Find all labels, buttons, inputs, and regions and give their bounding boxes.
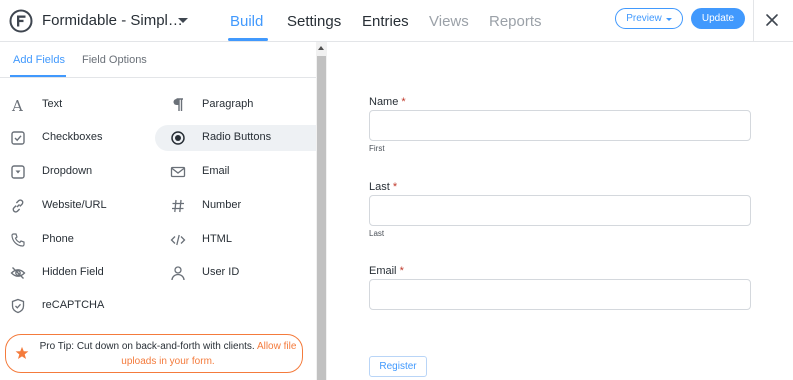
register-button-label: Register bbox=[379, 361, 417, 372]
top-bar: Formidable - Simpl… Build Settings Entri… bbox=[0, 0, 793, 42]
pro-tip-text: Pro Tip: Cut down on back-and-forth with… bbox=[37, 339, 299, 369]
pro-tip-prefix: Pro Tip: Cut down on back-and-forth with… bbox=[39, 341, 257, 352]
tab-build[interactable]: Build bbox=[230, 13, 263, 30]
phone-icon bbox=[11, 233, 25, 247]
scroll-up-arrow-icon[interactable] bbox=[318, 46, 324, 50]
pro-tip-banner: Pro Tip: Cut down on back-and-forth with… bbox=[5, 334, 303, 373]
field-item-email[interactable]: Email bbox=[160, 159, 310, 185]
update-button[interactable]: Update bbox=[691, 8, 745, 29]
radio-button-icon bbox=[171, 131, 185, 145]
field-item-html[interactable]: HTML bbox=[160, 227, 310, 253]
preview-button[interactable]: Preview bbox=[615, 8, 683, 29]
text-icon: A bbox=[11, 97, 23, 113]
field-item-paragraph[interactable]: Paragraph bbox=[160, 92, 310, 118]
email-input[interactable] bbox=[369, 279, 751, 310]
active-tab-indicator bbox=[228, 38, 268, 41]
field-label-paragraph: Paragraph bbox=[202, 98, 254, 110]
tab-settings[interactable]: Settings bbox=[287, 13, 341, 30]
field-item-text[interactable]: A Text bbox=[0, 92, 150, 118]
tab-field-options[interactable]: Field Options bbox=[82, 54, 147, 66]
form-switcher-chevron-down-icon[interactable] bbox=[178, 18, 188, 23]
field-label-checkboxes: Checkboxes bbox=[42, 131, 103, 143]
sidebar-scrollbar[interactable] bbox=[316, 42, 327, 380]
link-icon bbox=[12, 199, 24, 213]
field-item-dropdown[interactable]: Dropdown bbox=[0, 159, 150, 185]
field-name-label: Name * bbox=[369, 96, 406, 108]
field-label-text: Text bbox=[42, 98, 63, 110]
update-button-label: Update bbox=[701, 13, 735, 24]
field-item-phone[interactable]: Phone bbox=[0, 227, 150, 253]
close-icon[interactable] bbox=[764, 12, 780, 28]
name-sublabel: First bbox=[369, 144, 385, 153]
paragraph-icon bbox=[173, 98, 183, 111]
required-marker: * bbox=[401, 96, 406, 108]
field-label-user-id: User ID bbox=[202, 266, 240, 278]
preview-button-label: Preview bbox=[626, 13, 662, 24]
tab-reports[interactable]: Reports bbox=[489, 13, 542, 30]
formidable-logo-icon[interactable] bbox=[9, 9, 33, 33]
name-input[interactable] bbox=[369, 110, 751, 141]
form-canvas: Name * First Last * Last Email * Registe… bbox=[327, 42, 793, 380]
field-label-website-url: Website/URL bbox=[42, 199, 107, 211]
field-email-label: Email * bbox=[369, 265, 404, 277]
register-button[interactable]: Register bbox=[369, 356, 427, 377]
field-label-hidden-field: Hidden Field bbox=[42, 266, 104, 278]
field-item-recaptcha[interactable]: reCAPTCHA bbox=[0, 293, 150, 319]
star-icon bbox=[15, 346, 29, 359]
tab-entries[interactable]: Entries bbox=[362, 13, 409, 30]
field-item-user-id[interactable]: User ID bbox=[160, 260, 310, 286]
field-item-hidden-field[interactable]: Hidden Field bbox=[0, 260, 150, 286]
checkbox-icon bbox=[11, 131, 25, 145]
field-label-html: HTML bbox=[202, 233, 232, 245]
user-icon bbox=[171, 266, 185, 281]
scrollbar-thumb[interactable] bbox=[317, 56, 326, 380]
field-item-number[interactable]: Number bbox=[160, 193, 310, 219]
field-label-phone: Phone bbox=[42, 233, 74, 245]
field-label-number: Number bbox=[202, 199, 242, 211]
field-last-label: Last * bbox=[369, 181, 398, 193]
fields-sidebar: Add Fields Field Options A Text Paragrap… bbox=[0, 42, 316, 380]
field-label-radio-buttons: Radio Buttons bbox=[202, 131, 272, 143]
code-icon bbox=[170, 234, 186, 246]
field-label-dropdown: Dropdown bbox=[42, 165, 93, 177]
eye-slash-icon bbox=[10, 267, 26, 279]
last-sublabel: Last bbox=[369, 229, 385, 238]
required-marker: * bbox=[399, 265, 404, 277]
field-item-checkboxes[interactable]: Checkboxes bbox=[0, 125, 150, 151]
topbar-divider bbox=[753, 0, 754, 42]
preview-chevron-down-icon bbox=[665, 17, 672, 21]
last-name-input[interactable] bbox=[369, 195, 751, 226]
dropdown-icon bbox=[11, 165, 25, 179]
field-item-radio-buttons[interactable]: Radio Buttons bbox=[155, 125, 316, 151]
tab-views[interactable]: Views bbox=[429, 13, 469, 30]
required-marker: * bbox=[392, 181, 398, 193]
sidebar-tabs-divider bbox=[0, 77, 316, 78]
form-title[interactable]: Formidable - Simpl… bbox=[42, 12, 183, 29]
tab-add-fields[interactable]: Add Fields bbox=[13, 54, 65, 66]
hash-icon bbox=[172, 199, 184, 213]
svg-text:A: A bbox=[11, 97, 23, 113]
field-label-recaptcha: reCAPTCHA bbox=[42, 299, 105, 311]
envelope-icon bbox=[170, 166, 186, 178]
field-label-email: Email bbox=[202, 165, 230, 177]
field-item-website-url[interactable]: Website/URL bbox=[0, 193, 150, 219]
shield-check-icon bbox=[11, 298, 25, 314]
